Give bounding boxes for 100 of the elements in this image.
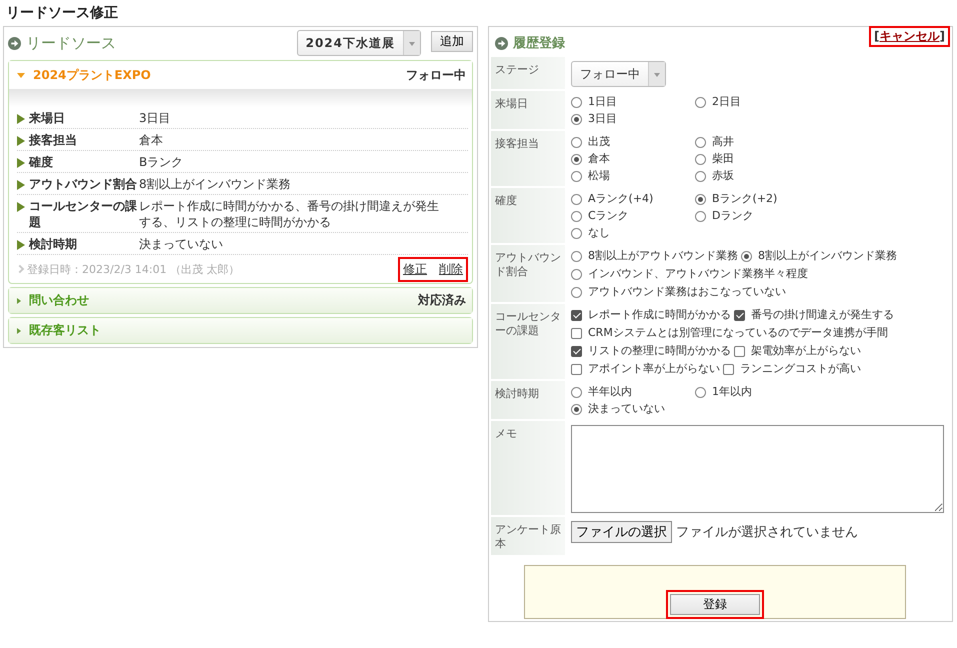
section-title: 問い合わせ [29,292,90,309]
radio-button[interactable] [695,136,706,148]
field-label: 来場日 [491,91,565,129]
detail-label: アウトバウンド割合 [29,176,137,192]
cancel-link[interactable]: キャンセル [880,29,940,43]
option-label: Bランク(+2) [712,191,778,207]
checkbox[interactable] [571,328,582,338]
detail-value: 3日目 [139,110,172,126]
radio-button[interactable] [695,210,706,222]
option-label: 8割以上がインバウンド業務 [758,248,897,264]
triangle-icon [17,114,25,124]
detail-label: コールセンターの課題 [29,198,138,230]
option-label: なし [588,225,610,241]
radio-button[interactable] [695,154,706,164]
detail-value: レポート作成に時間がかかる、番号の掛け間違えが発生する、リストの整理に時間がかかる [139,198,440,230]
option-label: Dランク [712,208,754,224]
radio-button[interactable] [571,194,582,204]
bracket: ] [940,29,945,43]
radio-button[interactable] [695,170,706,182]
radio-button[interactable] [571,96,582,108]
triangle-icon [17,158,25,168]
detail-value: 決まっていない [139,236,224,252]
accordion-header[interactable]: 問い合わせ 対応済み [9,288,472,313]
option-label: 柴田 [712,151,734,167]
checkbox[interactable] [571,364,582,374]
panel-title: リードソース [26,34,117,52]
option-label: 番号の掛け間違えが発生する [751,307,894,323]
register-button[interactable]: 登録 [670,594,760,615]
bracket: [ [874,29,880,43]
field-label: 確度 [491,188,565,243]
arrow-circle-icon [495,36,508,50]
option-label: 決まっていない [588,401,665,417]
event-select[interactable]: 2024下水道展 [296,30,421,56]
checkbox[interactable] [734,346,745,356]
radio-button[interactable] [571,250,582,262]
section-title: 既存客リスト [29,322,102,339]
detail-label: 確度 [29,154,53,170]
arrow-circle-icon [8,36,21,50]
field-label: アウトバウンド割合 [491,245,565,302]
radio-button[interactable] [695,194,706,204]
option-label: 1年以内 [712,384,752,400]
option-label: CRMシステムとは別管理になっているのでデータ連携が手間 [588,325,888,341]
option-label: 架電効率が上がらない [751,343,861,359]
field-label: メモ [491,421,565,515]
action-link[interactable]: 削除 [439,260,463,278]
option-label: 3日目 [588,111,617,127]
detail-label: 検討時期 [29,236,77,252]
file-status: ファイルが選択されていません [676,524,858,541]
add-button[interactable]: 追加 [431,31,473,52]
radio-button[interactable] [571,404,582,414]
radio-button[interactable] [571,210,582,222]
radio-button[interactable] [571,228,582,238]
option-label: アポイント率が上がらない [588,361,720,377]
triangle-icon [17,240,25,250]
checkbox[interactable] [734,310,745,320]
memo-field[interactable] [571,425,944,513]
triangle-icon [17,136,25,146]
option-label: Cランク [588,208,629,224]
caret-down-icon [17,72,25,78]
triangle-icon [17,202,25,212]
field-label: コールセンターの課題 [491,304,565,379]
field-label: 検討時期 [491,381,565,419]
radio-button[interactable] [571,386,582,398]
radio-button[interactable] [571,170,582,182]
status-label: フォロー中 [406,66,466,84]
panel-title: 履歴登録 [513,35,565,52]
detail-value: 倉本 [139,132,164,148]
radio-button[interactable] [571,136,582,148]
caret-right-icon [17,328,21,334]
option-label: 出茂 [588,134,610,150]
option-label: 松場 [588,168,610,184]
checkbox[interactable] [723,364,734,374]
action-link[interactable]: 修正 [403,260,427,278]
option-label: 8割以上がアウトバウンド業務 [588,248,738,264]
file-choose-button[interactable]: ファイルの選択 [571,521,672,543]
detail-label: 来場日 [29,110,65,126]
section-title: 2024プラントEXPO [33,66,152,84]
option-label: 赤坂 [712,168,734,184]
radio-button[interactable] [695,386,706,398]
status-label: 対応済み [418,292,466,309]
field-label: ステージ [491,57,565,89]
radio-button[interactable] [695,96,706,108]
option-label: 2日目 [712,94,741,110]
option-label: 半年以内 [588,384,632,400]
checkbox[interactable] [571,346,582,356]
detail-label: 接客担当 [29,132,77,148]
option-label: Aランク(+4) [588,191,654,207]
checkbox[interactable] [571,310,582,320]
option-label: 倉本 [588,151,610,167]
detail-value: 8割以上がインバウンド業務 [139,176,292,192]
field-label: 接客担当 [491,131,565,186]
registration-info: 登録日時：2023/2/3 14:01 （出茂 太郎） [27,262,241,276]
stage-select[interactable]: フォロー中 [571,61,666,87]
field-label: アンケート原本 [491,517,565,555]
radio-button[interactable] [741,250,752,262]
radio-button[interactable] [571,268,582,280]
radio-button[interactable] [571,114,582,124]
option-label: ランニングコストが高い [740,361,861,377]
radio-button[interactable] [571,154,582,164]
radio-button[interactable] [571,286,582,298]
